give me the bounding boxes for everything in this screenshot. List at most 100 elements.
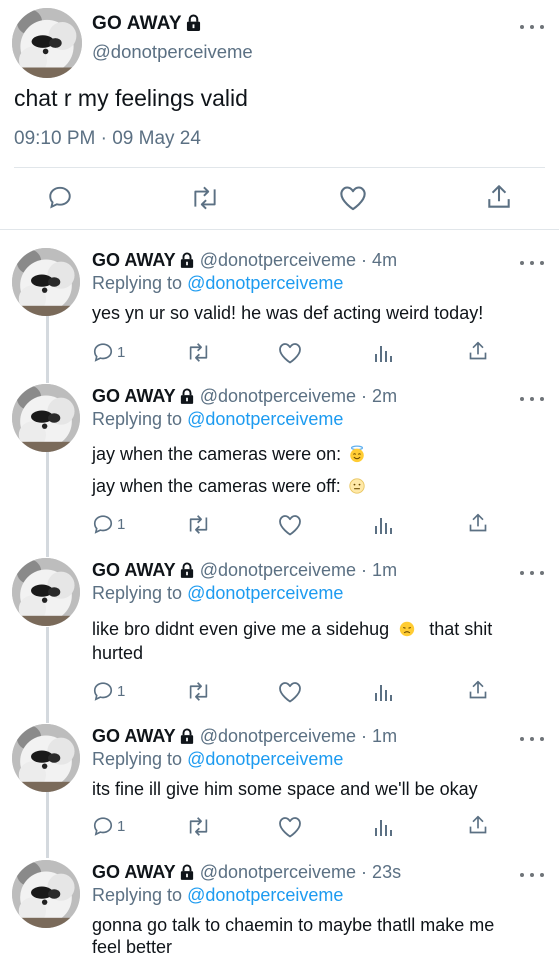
analytics-button[interactable]	[373, 681, 393, 703]
reply-button[interactable]	[47, 184, 73, 210]
share-button[interactable]	[486, 183, 512, 211]
retweet-icon	[189, 343, 208, 362]
like-button[interactable]	[339, 185, 367, 211]
like-button[interactable]	[278, 342, 302, 364]
reply-icon	[93, 682, 113, 701]
main-author-handle[interactable]: @donotperceiveme	[92, 41, 253, 63]
share-button[interactable]	[468, 814, 488, 836]
lock-icon	[180, 252, 194, 268]
author-name[interactable]: GO AWAY	[92, 13, 182, 34]
like-button[interactable]	[278, 816, 302, 838]
more-icon[interactable]	[520, 256, 544, 270]
reply-text: gonna go talk to chaemin to maybe thatll…	[92, 915, 495, 935]
lock-icon	[180, 864, 194, 880]
author-name[interactable]: GO AWAY	[92, 386, 176, 406]
reply-avatar[interactable]	[12, 248, 80, 316]
retweet-button[interactable]	[186, 342, 211, 363]
reply-avatar[interactable]	[12, 384, 80, 452]
main-timestamp[interactable]: 09:10 PM · 09 May 24	[14, 128, 201, 150]
retweet-icon	[189, 515, 208, 534]
share-icon	[488, 185, 510, 208]
divider	[14, 167, 545, 168]
reply-header: GO AWAY @donotperceiveme · 1m	[92, 560, 397, 581]
thread-line	[46, 627, 49, 723]
retweet-button[interactable]	[186, 816, 211, 837]
smiling-face-with-halo-icon	[350, 445, 364, 463]
reply-text: jay when the cameras were off:	[92, 476, 341, 496]
retweet-icon	[189, 682, 208, 701]
reply-button[interactable]: 1	[92, 341, 125, 363]
replying-to: Replying to @donotperceiveme	[92, 409, 343, 430]
reply-button[interactable]: 1	[92, 815, 125, 837]
analytics-button[interactable]	[373, 514, 393, 536]
like-icon	[340, 186, 366, 211]
disappointed-face-icon	[400, 621, 415, 637]
reply-icon	[93, 515, 113, 534]
replying-to: Replying to @donotperceiveme	[92, 583, 343, 604]
author-name[interactable]: GO AWAY	[92, 862, 176, 882]
thread-line	[46, 452, 49, 557]
analytics-icon	[375, 518, 392, 534]
like-icon	[279, 343, 301, 364]
reply-count: 1	[117, 682, 126, 700]
replying-to-link[interactable]: @donotperceiveme	[187, 583, 343, 603]
lock-icon	[180, 562, 194, 578]
replying-prefix: Replying to	[92, 583, 183, 603]
replying-to-link[interactable]: @donotperceiveme	[187, 409, 343, 429]
reply-text-line: like bro didnt even give me a sidehug th…	[92, 619, 492, 640]
replying-prefix: Replying to	[92, 409, 183, 429]
more-icon[interactable]	[520, 392, 544, 406]
author-name[interactable]: GO AWAY	[92, 560, 176, 580]
reply-count: 1	[117, 343, 126, 361]
retweet-button[interactable]	[186, 681, 211, 702]
share-button[interactable]	[468, 340, 488, 362]
author-name[interactable]: GO AWAY	[92, 726, 176, 746]
author-handle-time[interactable]: @donotperceiveme · 1m	[200, 726, 397, 746]
analytics-button[interactable]	[373, 816, 393, 838]
retweet-button[interactable]	[186, 514, 211, 535]
share-button[interactable]	[468, 512, 488, 534]
like-button[interactable]	[278, 514, 302, 536]
share-icon	[469, 513, 487, 532]
author-handle-time[interactable]: @donotperceiveme · 4m	[200, 250, 397, 270]
lock-icon	[180, 388, 194, 404]
reply-avatar[interactable]	[12, 724, 80, 792]
analytics-button[interactable]	[373, 342, 393, 364]
neutral-face-icon	[349, 478, 365, 494]
replying-prefix: Replying to	[92, 749, 183, 769]
share-button[interactable]	[468, 679, 488, 701]
thread-line	[46, 316, 49, 383]
reply-avatar[interactable]	[12, 558, 80, 626]
reply-avatar[interactable]	[12, 860, 80, 928]
reply-button[interactable]: 1	[92, 680, 125, 702]
author-handle-time[interactable]: @donotperceiveme · 2m	[200, 386, 397, 406]
reply-text: jay when the cameras were on:	[92, 444, 342, 464]
reply-text: like bro didnt even give me a sidehug	[92, 619, 390, 639]
share-icon	[469, 680, 487, 699]
retweet-button[interactable]	[190, 185, 220, 211]
replying-to-link[interactable]: @donotperceiveme	[187, 273, 343, 293]
like-icon	[279, 682, 301, 703]
replying-to-link[interactable]: @donotperceiveme	[187, 749, 343, 769]
like-button[interactable]	[278, 681, 302, 703]
reply-count: 1	[117, 515, 126, 533]
main-author-name[interactable]: GO AWAY	[92, 13, 201, 35]
more-icon[interactable]	[520, 732, 544, 746]
replying-prefix: Replying to	[92, 885, 183, 905]
author-handle-time[interactable]: @donotperceiveme · 23s	[200, 862, 401, 882]
more-icon[interactable]	[520, 20, 544, 34]
reply-button[interactable]: 1	[92, 513, 125, 535]
replying-to-link[interactable]: @donotperceiveme	[187, 885, 343, 905]
more-icon[interactable]	[520, 868, 544, 882]
reply-text-line: jay when the cameras were off:	[92, 476, 366, 497]
author-handle-time[interactable]: @donotperceiveme · 1m	[200, 560, 397, 580]
like-icon	[279, 515, 301, 536]
analytics-icon	[375, 820, 392, 836]
more-icon[interactable]	[520, 566, 544, 580]
author-name[interactable]: GO AWAY	[92, 250, 176, 270]
divider	[0, 229, 559, 230]
replying-to: Replying to @donotperceiveme	[92, 749, 343, 770]
main-avatar[interactable]	[12, 8, 82, 78]
reply-text: that shit	[429, 619, 493, 639]
reply-icon	[93, 343, 113, 362]
